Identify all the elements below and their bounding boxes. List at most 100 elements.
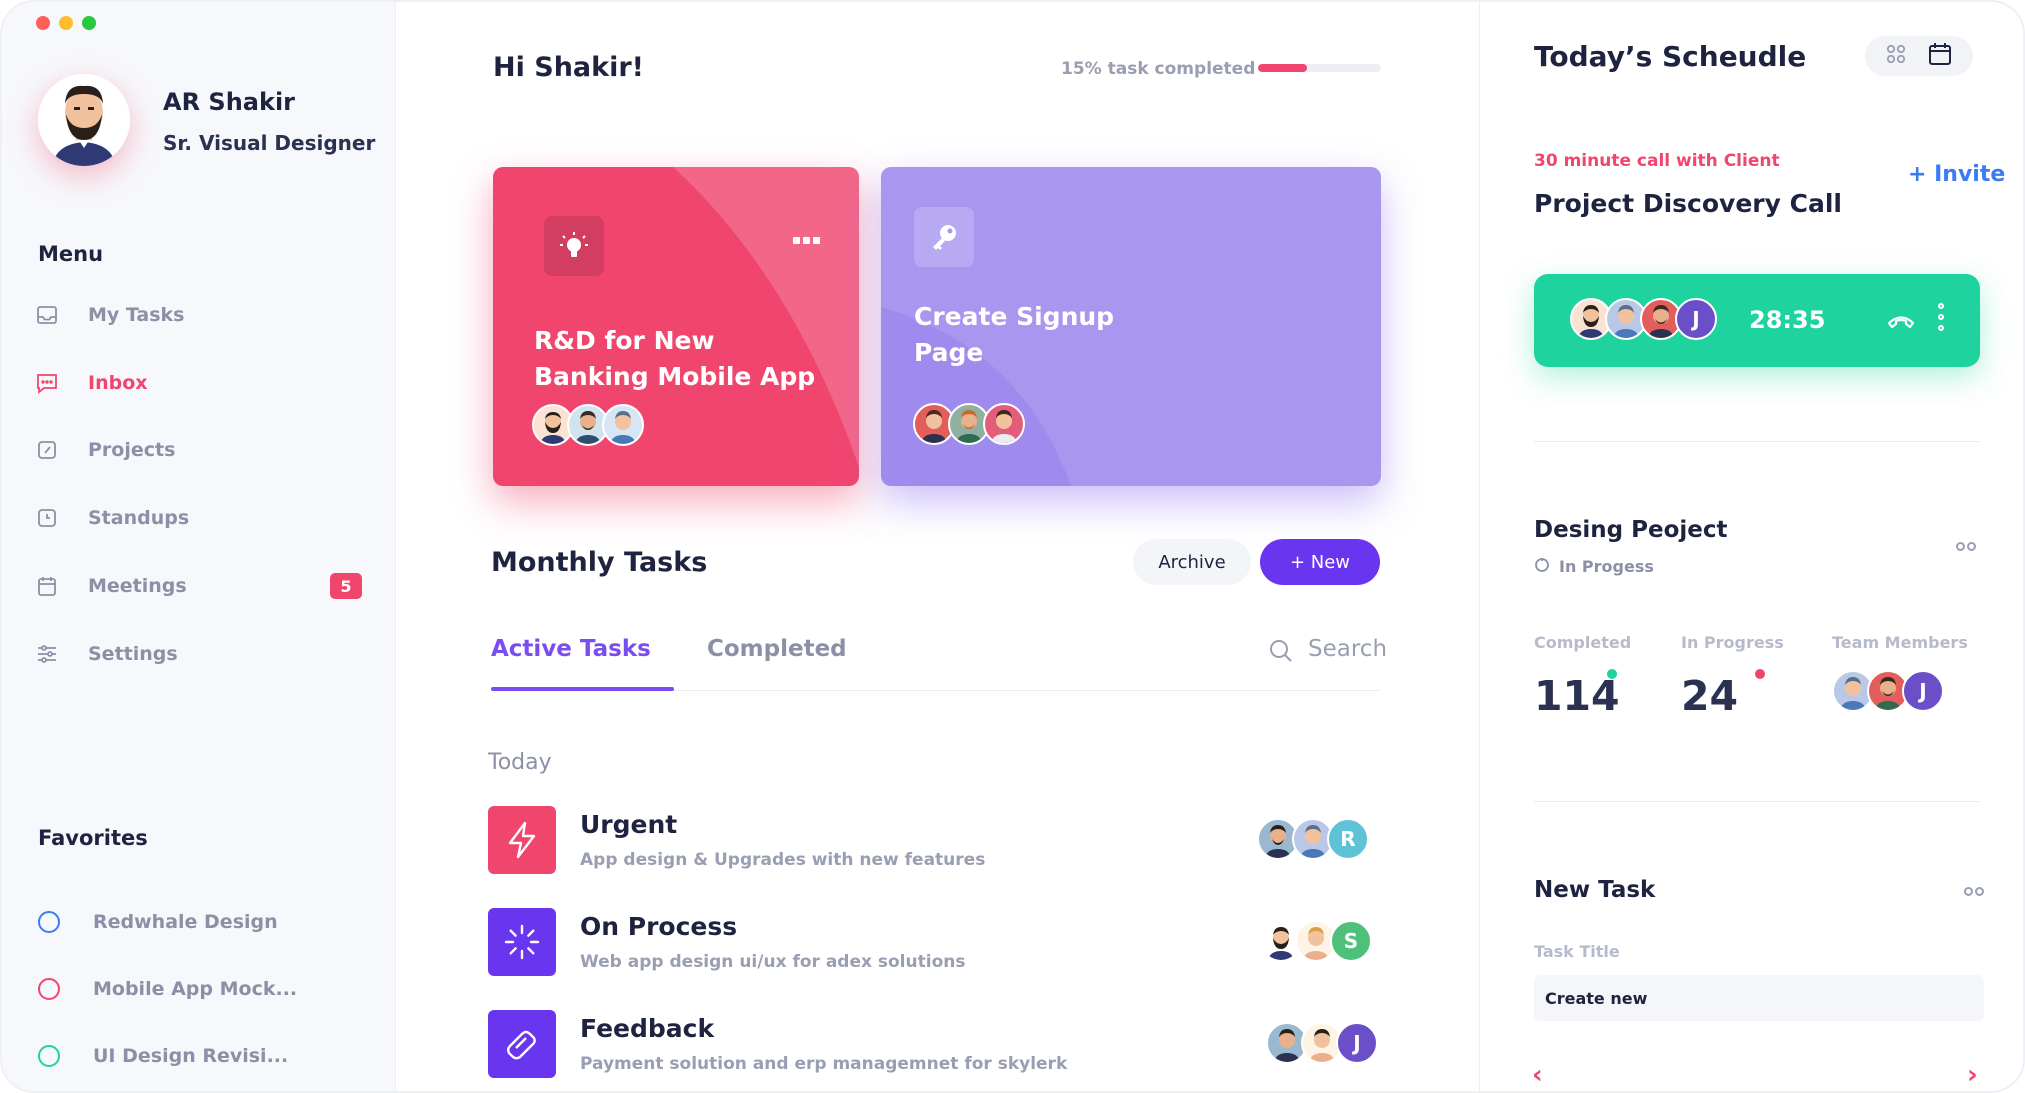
inbox-tray-icon (34, 302, 60, 328)
new-task-title: New Task (1534, 877, 1656, 903)
divider (1534, 801, 1980, 802)
task-title-label: Task Title (1534, 942, 1620, 961)
chevron-right-icon[interactable]: › (1967, 1060, 1978, 1090)
in-progress-status-dot (1755, 669, 1765, 679)
archive-button[interactable]: Archive (1133, 539, 1251, 585)
tab-completed[interactable]: Completed (707, 636, 847, 662)
link-icon[interactable] (1964, 887, 1984, 896)
task-row-on-process[interactable]: On Process Web app design ui/ux for adex… (488, 908, 1388, 978)
avatar-initial: J (1692, 307, 1700, 331)
favorite-circle-icon (38, 911, 60, 933)
completed-label: Completed (1534, 633, 1632, 652)
task-member-avatars: R (1257, 818, 1369, 860)
maximize-window-button[interactable] (82, 16, 96, 30)
task-title-input[interactable] (1534, 975, 1984, 1021)
task-progress-fill (1258, 64, 1308, 72)
menu-item-label: Meetings (88, 575, 187, 597)
main-content: Hi Shakir! 15% task completed R&D for Ne… (396, 2, 1479, 1091)
avatar: R (1327, 818, 1369, 860)
invite-button[interactable]: + Invite (1908, 162, 2005, 187)
menu-heading: Menu (38, 242, 104, 266)
divider (1534, 441, 1980, 442)
key-icon (914, 207, 974, 267)
avatar-initial: S (1343, 929, 1359, 953)
call-title: Project Discovery Call (1534, 189, 1842, 218)
task-member-avatars: J (1266, 1022, 1378, 1064)
hang-up-icon[interactable] (1886, 306, 1916, 340)
favorite-label: Redwhale Design (93, 911, 278, 933)
search-icon[interactable] (1268, 638, 1294, 668)
profile-avatar[interactable] (38, 74, 130, 166)
menu-item-meetings[interactable]: Meetings 5 (34, 566, 364, 606)
menu-item-standups[interactable]: Standups (34, 498, 364, 538)
menu-item-my-tasks[interactable]: My Tasks (34, 295, 364, 335)
monthly-tasks-title: Monthly Tasks (491, 547, 708, 578)
task-row-urgent[interactable]: Urgent App design & Upgrades with new fe… (488, 806, 1388, 876)
task-subtitle: Web app design ui/ux for adex solutions (580, 952, 966, 972)
close-window-button[interactable] (36, 16, 50, 30)
project-status: In Progess (1534, 556, 1654, 576)
chat-icon (34, 370, 60, 396)
avatar (602, 404, 644, 446)
menu-item-label: Standups (88, 507, 190, 529)
call-timer: 28:35 (1749, 306, 1826, 334)
minimize-window-button[interactable] (59, 16, 73, 30)
menu-item-label: Projects (88, 439, 176, 461)
favorite-item-redwhale[interactable]: Redwhale Design (38, 907, 278, 937)
project-status-text: In Progess (1559, 556, 1654, 576)
task-title: Urgent (580, 810, 678, 839)
call-more-options-icon[interactable] (1938, 303, 1944, 331)
favorite-item-mobile-app[interactable]: Mobile App Mock... (38, 974, 297, 1004)
menu-item-label: Settings (88, 643, 178, 665)
team-member-avatars: J (1832, 670, 1944, 712)
task-progress-bar (1258, 64, 1381, 72)
task-title: On Process (580, 912, 738, 941)
call-label: 30 minute call with Client (1534, 151, 1780, 171)
favorite-circle-icon (38, 978, 60, 1000)
greeting: Hi Shakir! (493, 52, 644, 83)
menu-item-inbox[interactable]: Inbox (34, 363, 364, 403)
avatar-initial: J (1919, 679, 1927, 703)
search-input[interactable]: Search (1308, 636, 1387, 662)
new-task-button[interactable]: + New (1260, 539, 1380, 585)
avatar: J (1902, 670, 1944, 712)
projects-icon (34, 437, 60, 463)
link-icon[interactable] (1956, 542, 1976, 551)
profile-name: AR Shakir (163, 88, 295, 116)
more-options-icon[interactable] (793, 237, 820, 244)
lightbulb-icon (544, 216, 604, 276)
task-card-banking[interactable]: R&D for New Banking Mobile App (493, 167, 859, 486)
clock-icon (34, 505, 60, 531)
tab-active-tasks[interactable]: Active Tasks (491, 636, 651, 662)
menu-item-projects[interactable]: Projects (34, 430, 364, 470)
avatar: J (1336, 1022, 1378, 1064)
calendar-view-icon[interactable] (1927, 41, 1953, 71)
task-card-signup[interactable]: Create Signup Page (881, 167, 1381, 486)
avatar: S (1330, 920, 1372, 962)
chevron-left-icon[interactable]: ‹ (1532, 1060, 1543, 1090)
card-title: Create Signup Page (914, 302, 1115, 367)
avatar: J (1675, 298, 1717, 340)
calendar-icon (34, 573, 60, 599)
progress-text: 15% task completed (1061, 59, 1256, 79)
card-member-avatars (913, 403, 1025, 445)
favorite-item-ui-design[interactable]: UI Design Revisi... (38, 1041, 288, 1071)
completed-status-dot (1607, 669, 1617, 679)
sidebar: AR Shakir Sr. Visual Designer Menu My Ta… (2, 2, 396, 1091)
card-title: R&D for New Banking Mobile App (534, 326, 816, 391)
menu-item-label: Inbox (88, 372, 148, 394)
avatar-initial: J (1353, 1031, 1361, 1055)
card-member-avatars (532, 404, 644, 446)
active-call-bar[interactable]: J 28:35 (1534, 274, 1980, 367)
favorite-circle-icon (38, 1045, 60, 1067)
task-row-feedback[interactable]: Feedback Payment solution and erp manage… (488, 1010, 1388, 1080)
project-title: Desing Peoject (1534, 517, 1728, 543)
window-controls (36, 16, 96, 30)
grid-view-icon[interactable] (1885, 43, 1907, 69)
task-title: Feedback (580, 1014, 715, 1043)
today-label: Today (488, 750, 552, 775)
call-participant-avatars: J (1570, 298, 1717, 340)
menu-item-settings[interactable]: Settings (34, 634, 364, 674)
view-toggle (1865, 36, 1973, 76)
schedule-title: Today’s Scheudle (1534, 40, 1807, 73)
